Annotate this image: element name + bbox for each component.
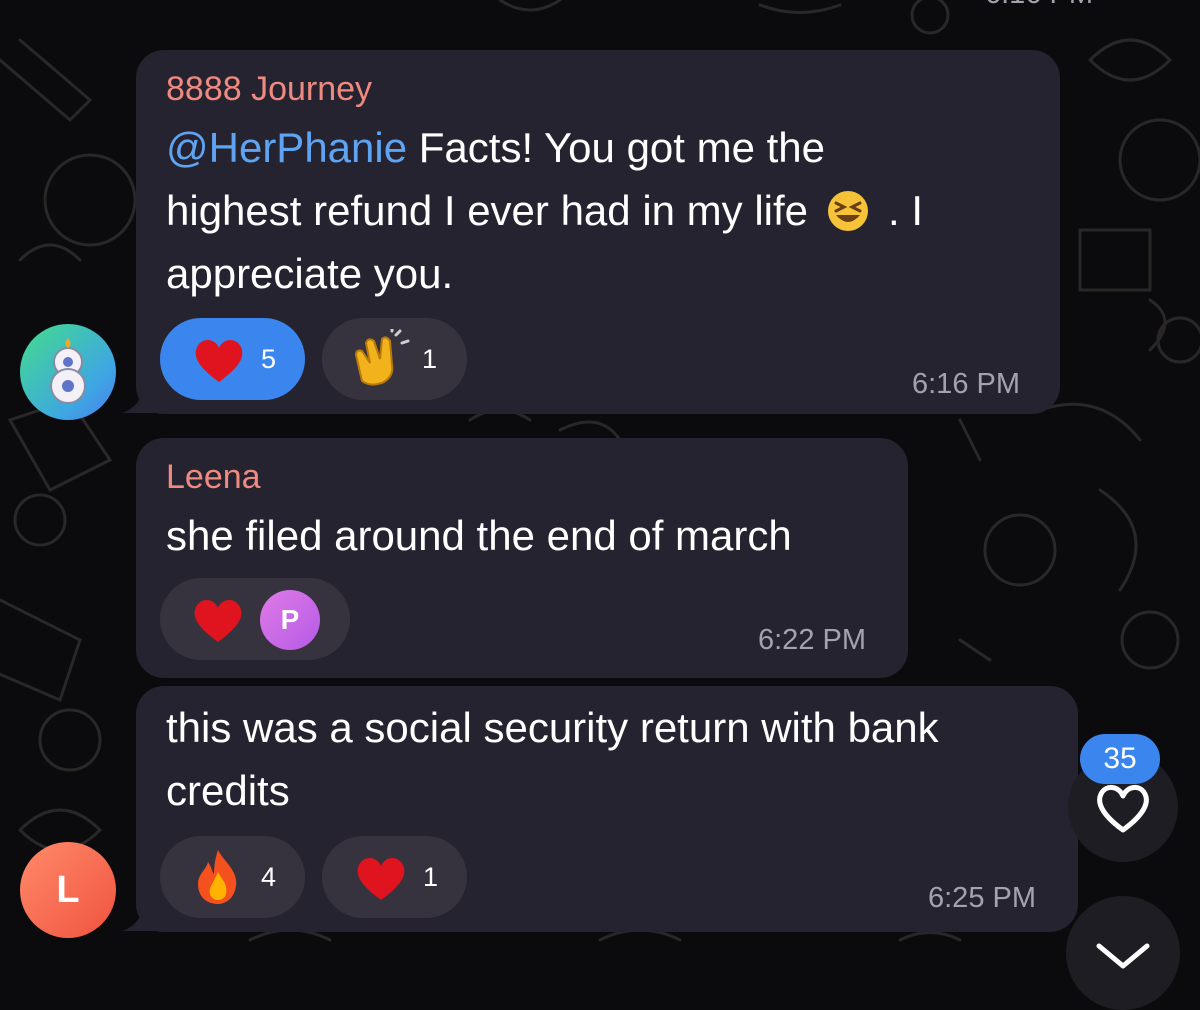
reaction-heart[interactable]: P xyxy=(160,578,350,660)
mention-link[interactable]: @HerPhanie xyxy=(166,124,407,171)
sender-name[interactable]: 8888 Journey xyxy=(166,70,372,109)
heart-icon xyxy=(195,339,243,382)
message-time: 6:16 PM xyxy=(912,368,1020,400)
message-time: 6:22 PM xyxy=(758,624,866,656)
reaction-count: 1 xyxy=(422,344,438,374)
message-line: highest refund I ever had in my life xyxy=(166,187,809,234)
message-line: . I xyxy=(888,187,924,234)
heart-icon xyxy=(357,857,405,900)
chevron-down-icon xyxy=(1096,943,1150,969)
reaction-count: 1 xyxy=(423,862,439,892)
heart-outline-icon xyxy=(1097,785,1149,833)
message-bubble[interactable]: 8888 Journey @HerPhanie Facts! You got m… xyxy=(136,50,1060,414)
message-bubble[interactable]: Leena she filed around the end of march … xyxy=(136,438,908,678)
scroll-down-button[interactable] xyxy=(1066,896,1180,1010)
heart-icon xyxy=(194,599,242,642)
number-eight-icon xyxy=(50,338,86,404)
top-timestamp-partial: 6:16 PM xyxy=(985,0,1093,11)
laughing-emoji-icon xyxy=(828,190,869,231)
message-line: appreciate you. xyxy=(166,250,454,297)
reaction-fire[interactable]: 4 xyxy=(160,836,305,918)
message-text: @HerPhanie Facts! You got me the highest… xyxy=(166,116,923,305)
reaction-count: 5 xyxy=(261,344,277,374)
reaction-clap[interactable]: 1 xyxy=(322,318,467,400)
message-line: credits xyxy=(166,767,290,814)
avatar[interactable]: L xyxy=(20,842,116,938)
reactions-count-badge: 35 xyxy=(1080,734,1160,784)
reactor-avatar: P xyxy=(260,590,320,650)
message-bubble[interactable]: this was a social security return with b… xyxy=(136,686,1078,932)
sender-name[interactable]: Leena xyxy=(166,458,261,497)
message-line: this was a social security return with b… xyxy=(166,704,939,751)
message-text: this was a social security return with b… xyxy=(166,696,939,822)
message-time: 6:25 PM xyxy=(928,882,1036,914)
message-text: she filed around the end of march xyxy=(166,512,792,559)
avatar[interactable] xyxy=(20,324,116,420)
reaction-count: 4 xyxy=(261,862,277,892)
clap-icon xyxy=(354,329,410,386)
reaction-heart[interactable]: 1 xyxy=(322,836,467,918)
message-line: Facts! You got me the xyxy=(407,124,826,171)
reaction-heart[interactable]: 5 xyxy=(160,318,305,400)
fire-icon xyxy=(198,850,237,904)
